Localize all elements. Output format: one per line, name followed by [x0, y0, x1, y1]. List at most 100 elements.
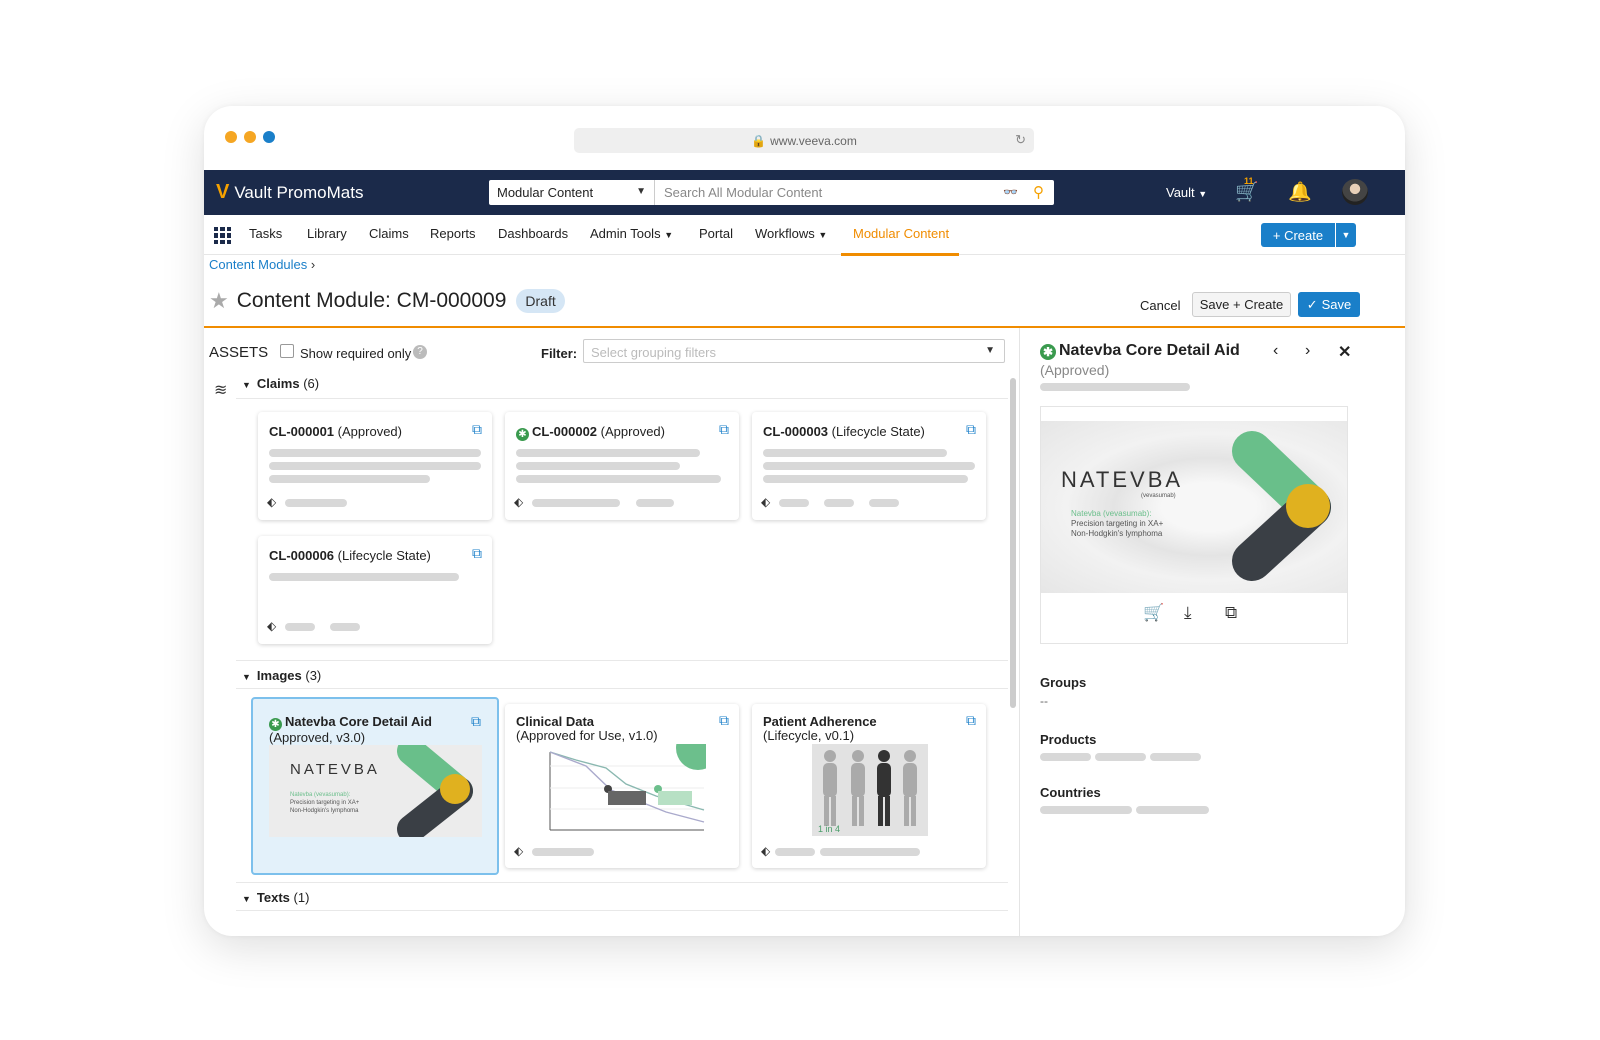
placeholder-bar	[775, 848, 815, 856]
section-divider	[236, 660, 1008, 661]
section-images[interactable]: ▼ Images (3)	[242, 668, 321, 683]
nav-workflows[interactable]: Workflows ▼	[755, 226, 827, 241]
placeholder-bar	[269, 462, 481, 470]
main-nav: Tasks Library Claims Reports Dashboards …	[204, 215, 1405, 256]
claim-state: (Lifecycle State)	[831, 424, 925, 439]
cart-badge: 11	[1244, 176, 1254, 186]
maximize-dot[interactable]	[263, 131, 275, 143]
scrollbar[interactable]	[1010, 378, 1016, 708]
section-title: Images	[256, 668, 302, 683]
breadcrumb-link[interactable]: Content Modules	[209, 257, 307, 272]
filter-select[interactable]: Select grouping filters ▼	[583, 339, 1005, 363]
external-link-icon[interactable]: ⧉	[472, 421, 482, 438]
image-card[interactable]: Clinical Data (Approved for Use, v1.0) ⧉ …	[505, 704, 739, 868]
detail-panel: ✱ Natevba Core Detail Aid (Approved) ‹ › …	[1040, 328, 1400, 928]
title-bar: ★ Content Module: CM-000009 Draft	[209, 288, 565, 314]
external-link-icon[interactable]: ⧉	[472, 545, 482, 562]
external-link-icon[interactable]: ⧉	[471, 713, 481, 730]
add-to-cart-icon[interactable]: 🛒	[1143, 603, 1164, 623]
external-link-icon[interactable]: ⧉	[966, 421, 976, 438]
star-icon[interactable]: ★	[209, 288, 229, 314]
next-icon[interactable]: ›	[1305, 342, 1310, 360]
preview-generic: (vevasumab)	[1141, 493, 1176, 499]
nav-modular-content[interactable]: Modular Content	[853, 226, 949, 241]
show-required-checkbox[interactable]	[280, 344, 294, 358]
binoculars-icon[interactable]: 👓	[1003, 185, 1018, 199]
external-link-icon[interactable]: ⧉	[719, 712, 729, 729]
claim-card[interactable]: CL-000003 (Lifecycle State) ⧉ ⬖	[752, 412, 986, 520]
nav-admin-tools[interactable]: Admin Tools ▼	[590, 226, 673, 241]
nav-portal[interactable]: Portal	[699, 226, 733, 241]
cancel-button[interactable]: Cancel	[1140, 298, 1180, 313]
chevron-down-icon: ▼	[1198, 189, 1208, 199]
placeholder-bar	[269, 573, 459, 581]
nav-reports[interactable]: Reports	[430, 226, 476, 241]
minimize-dot[interactable]	[244, 131, 256, 143]
preview-brand: NATEVBA	[1061, 467, 1184, 492]
image-preview: NATEVBA (vevasumab) Natevba (vevasumab):…	[1040, 406, 1348, 644]
nav-admin-tools-label: Admin Tools	[590, 226, 661, 241]
placeholder-bar	[1040, 753, 1091, 761]
browser-window: 🔒 www.veeva.com ↻ V Vault PromoMats Modular…	[204, 106, 1405, 936]
tag-icon: ⬖	[514, 844, 524, 858]
vault-menu[interactable]: Vault ▼	[1166, 185, 1207, 200]
close-icon[interactable]: ✕	[1338, 342, 1351, 362]
section-texts[interactable]: ▼ Texts (1)	[242, 890, 309, 905]
save-create-button[interactable]: Save + Create	[1192, 292, 1291, 317]
window-controls	[225, 131, 275, 143]
section-count: (6)	[303, 376, 320, 391]
placeholder-bar	[763, 475, 968, 483]
nav-tasks[interactable]: Tasks	[249, 226, 282, 241]
reload-icon[interactable]: ↻	[1015, 132, 1026, 148]
external-link-icon[interactable]: ⧉	[966, 712, 976, 729]
placeholder-bar	[269, 475, 430, 483]
breadcrumb[interactable]: Content Modules ›	[209, 257, 315, 272]
placeholder-bar	[869, 499, 899, 507]
image-name: Clinical Data	[516, 714, 595, 729]
placeholder-bar	[516, 449, 700, 457]
external-link-icon[interactable]: ⧉	[1225, 603, 1237, 623]
object-select-value: Modular Content	[497, 185, 594, 200]
claim-card[interactable]: ✱ CL-000002 (Approved) ⧉ ⬖	[505, 412, 739, 520]
close-dot[interactable]	[225, 131, 237, 143]
create-dropdown-button[interactable]: ▼	[1336, 223, 1356, 247]
download-icon[interactable]: ⤓	[1184, 603, 1192, 623]
claim-card-title: CL-000001 (Approved)	[269, 424, 402, 439]
thumb-brand: NATEVBA	[290, 761, 380, 778]
placeholder-bar	[532, 848, 594, 856]
image-card-selected[interactable]: ✱ Natevba Core Detail Aid (Approved, v3.0)…	[251, 697, 499, 875]
address-bar[interactable]: 🔒 www.veeva.com ↻	[574, 128, 1034, 153]
show-required-label[interactable]: Show required only	[300, 346, 411, 361]
help-icon[interactable]: ?	[413, 345, 427, 359]
body-figures-thumbnail: 1 in 4	[812, 744, 928, 836]
section-claims[interactable]: ▼ Claims (6)	[242, 376, 319, 391]
image-card-title: Patient Adherence (Lifecycle, v0.1)	[763, 715, 877, 743]
create-button[interactable]: + Create	[1261, 223, 1335, 247]
avatar[interactable]	[1342, 179, 1368, 205]
save-button[interactable]: ✓ Save	[1298, 292, 1360, 317]
tag-icon: ⬖	[267, 619, 277, 633]
previous-icon[interactable]: ‹	[1273, 342, 1278, 360]
image-state: (Approved, v3.0)	[269, 730, 366, 745]
natevba-thumbnail: NATEVBA Natevba (vevasumab): Precision ta…	[269, 745, 482, 837]
claim-card[interactable]: CL-000006 (Lifecycle State) ⧉ ⬖	[258, 536, 492, 644]
app-grid-icon[interactable]	[214, 227, 231, 244]
search-input[interactable]: Search All Modular Content 👓 ⚲	[654, 180, 1054, 205]
natevba-preview-image: NATEVBA (vevasumab) Natevba (vevasumab):…	[1041, 421, 1347, 593]
image-card[interactable]: Patient Adherence (Lifecycle, v0.1) ⧉ 1 i…	[752, 704, 986, 868]
nav-library[interactable]: Library	[307, 226, 347, 241]
search-icon[interactable]: ⚲	[1033, 183, 1044, 201]
nav-claims[interactable]: Claims	[369, 226, 409, 241]
claim-card[interactable]: CL-000001 (Approved) ⧉ ⬖	[258, 412, 492, 520]
nav-dashboards[interactable]: Dashboards	[498, 226, 568, 241]
bell-icon[interactable]: 🔔	[1288, 180, 1312, 204]
layers-icon[interactable]: ≋	[214, 380, 227, 400]
top-bar: V Vault PromoMats Modular Content ▼ Search…	[204, 170, 1405, 215]
object-select[interactable]: Modular Content ▼	[489, 180, 654, 205]
preview-copy: Natevba (vevasumab): Precision targeting …	[1071, 509, 1163, 539]
external-link-icon[interactable]: ⧉	[719, 421, 729, 438]
panel-divider	[1019, 328, 1020, 936]
claim-id: CL-000002	[532, 424, 598, 439]
survival-chart-thumbnail	[516, 744, 706, 836]
app-logo[interactable]: V Vault PromoMats	[216, 181, 363, 204]
